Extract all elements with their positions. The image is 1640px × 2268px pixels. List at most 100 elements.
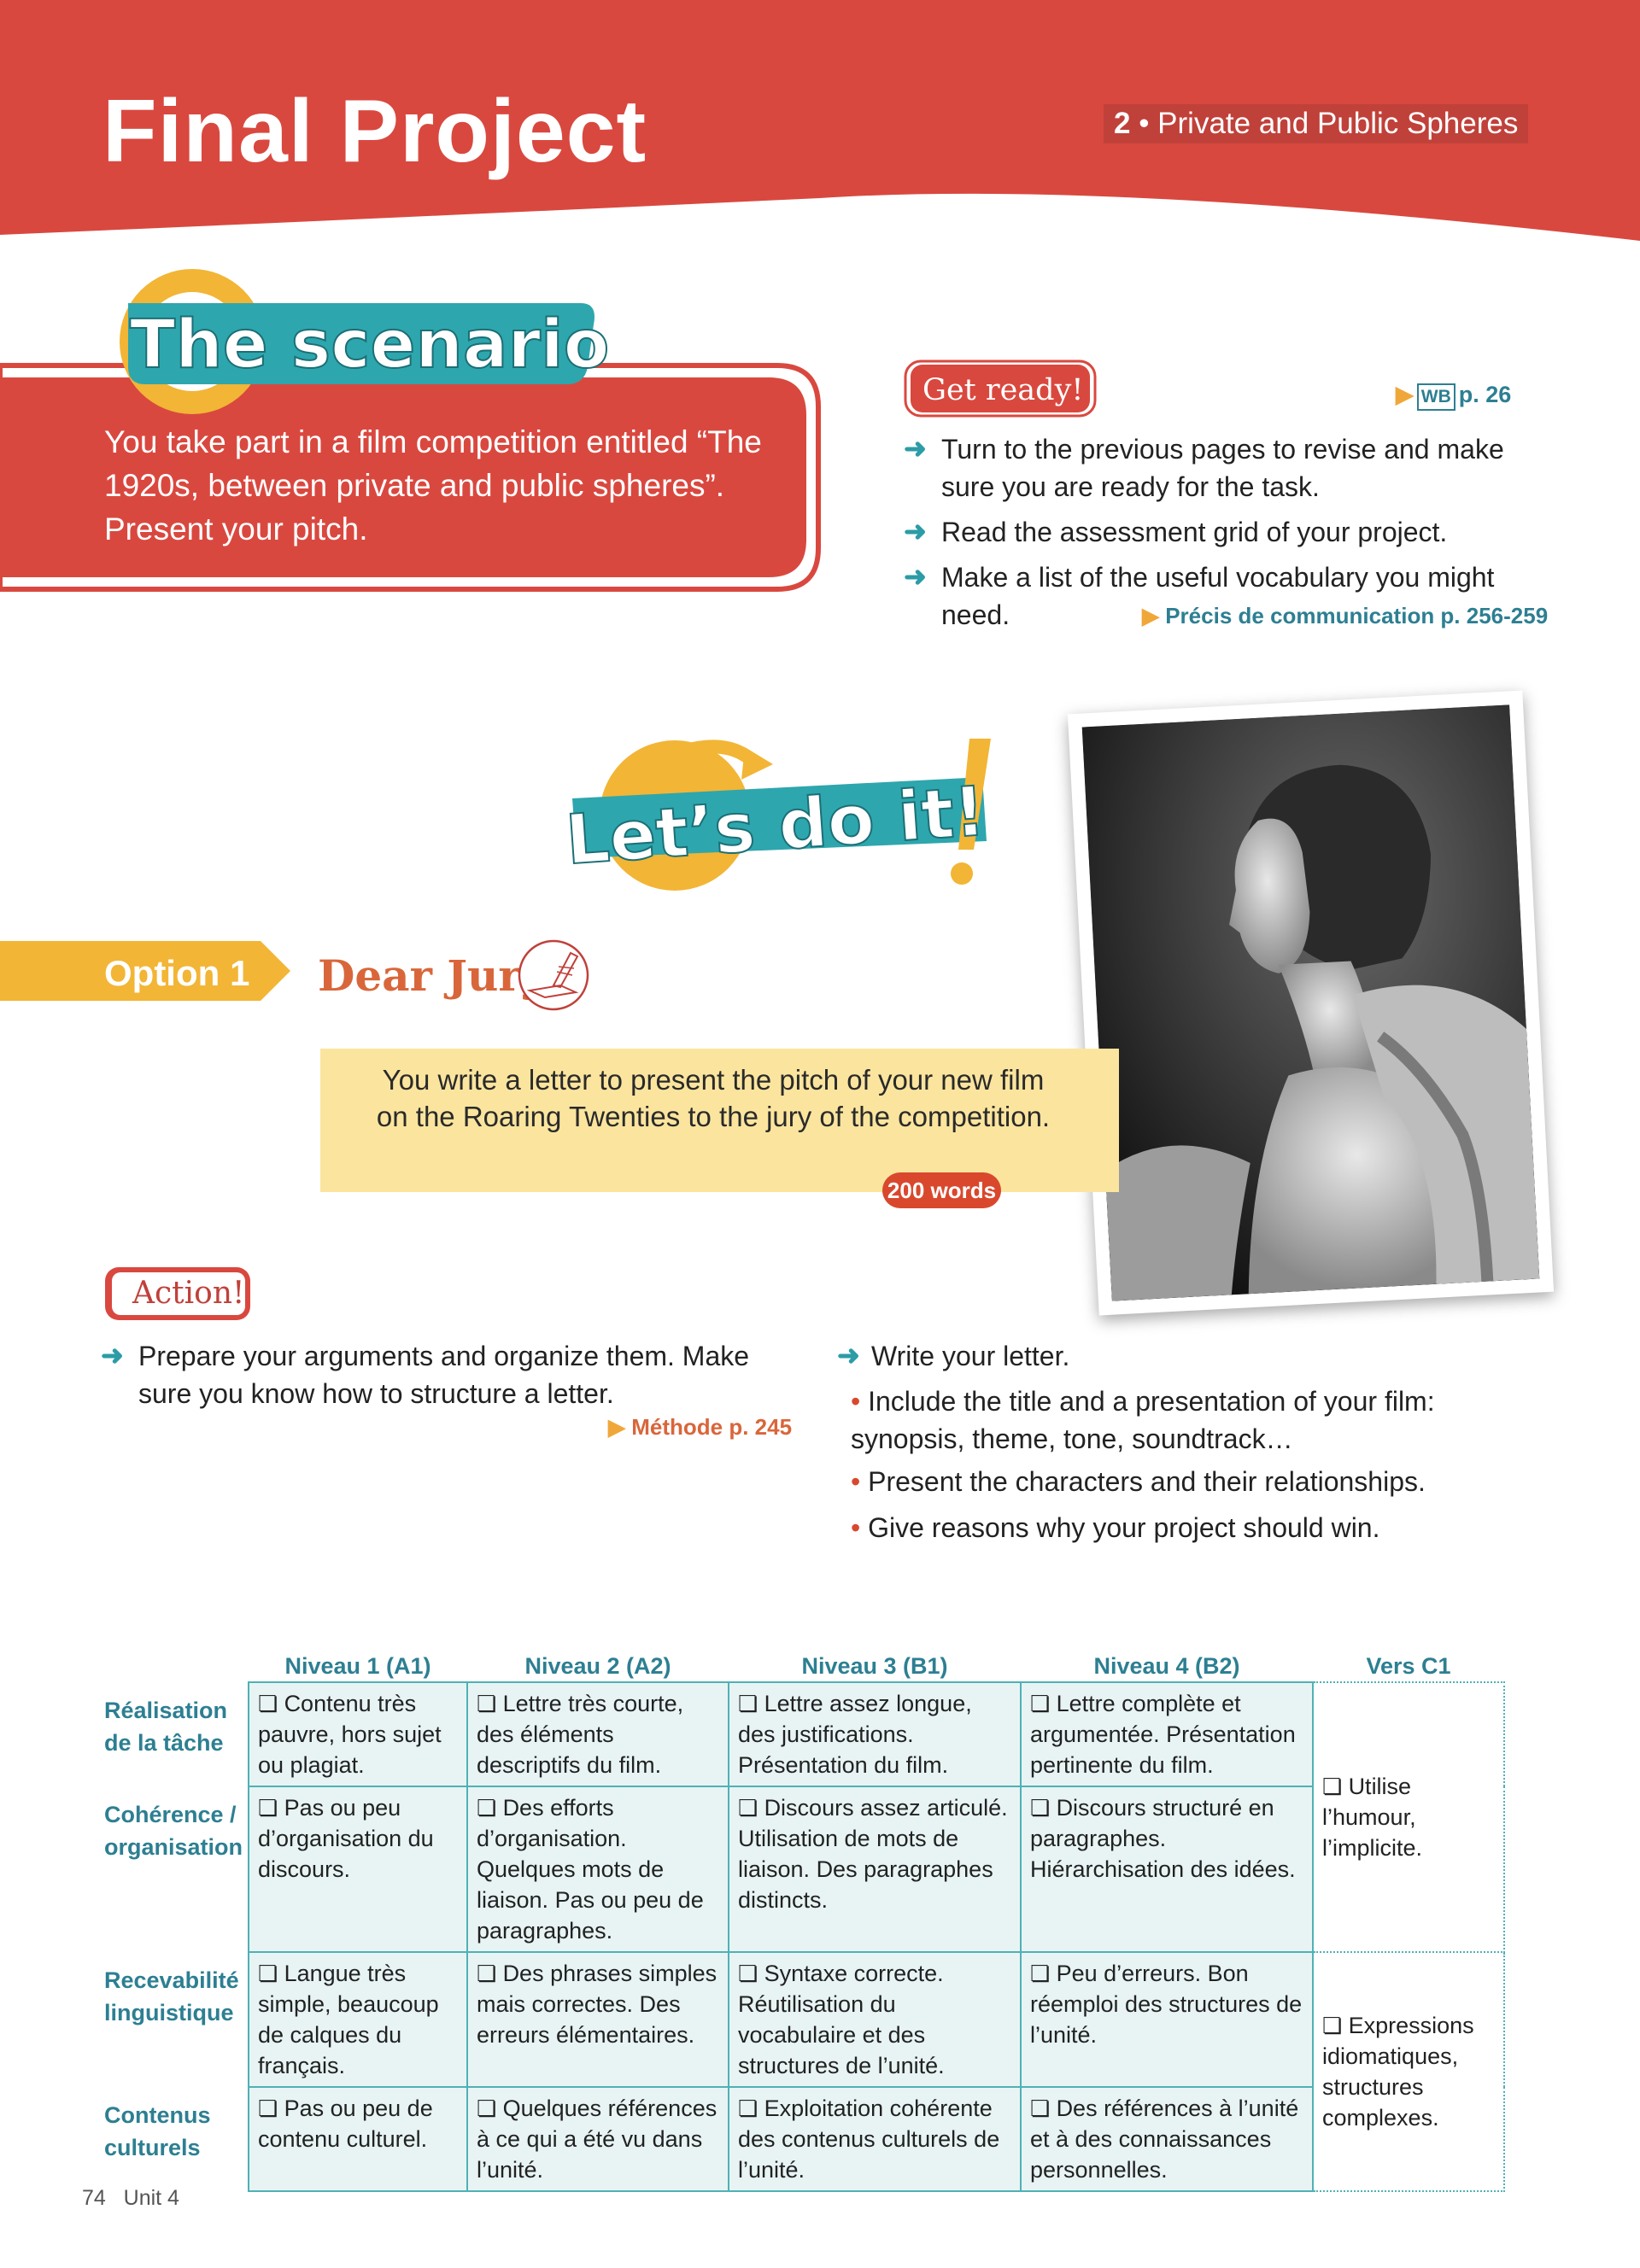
checkbox-icon: ❏	[738, 1691, 764, 1716]
grid-cell: ❏ Des références à l’unité et à des conn…	[1020, 2086, 1315, 2192]
grid-cell-text: Des phrases simples mais correctes. Des …	[477, 1961, 718, 2048]
methode-reference[interactable]: ▶ Méthode p. 245	[608, 1414, 792, 1441]
grid-cell-text: Syntaxe correcte. Réutilisation du vocab…	[738, 1961, 945, 2078]
play-triangle-icon: ▶	[1396, 382, 1414, 407]
portrait-illustration	[1081, 704, 1540, 1301]
task-text: You write a letter to present the pitch …	[376, 1064, 1051, 1132]
photo-frame	[1067, 690, 1555, 1316]
grid-col-header: Niveau 4 (B2)	[1093, 1653, 1240, 1679]
woman-1920s-photo	[1081, 704, 1540, 1301]
grid-cell-text: Quelques références à ce qui a été vu da…	[477, 2096, 718, 2183]
grid-cell-text: Discours assez articulé. Utilisation de …	[738, 1795, 1008, 1913]
workbook-page: p. 26	[1458, 382, 1512, 407]
checkbox-icon: ❏	[477, 2096, 503, 2121]
pen-writing-icon	[518, 939, 589, 1011]
grid-cell: ❏ Contenu très pauvre, hors sujet ou pla…	[248, 1681, 469, 1787]
grid-cell: ❏ Exploitation cohérente des contenus cu…	[728, 2086, 1022, 2192]
bullet-dot-icon: •	[851, 1512, 869, 1543]
checkbox-icon: ❏	[738, 2096, 764, 2121]
checkbox-icon: ❏	[1322, 2013, 1349, 2038]
methode-reference-text: Méthode p. 245	[631, 1414, 793, 1440]
precis-reference[interactable]: ▶ Précis de communication p. 256-259	[1142, 603, 1548, 629]
grid-cell: ❏ Lettre assez longue, des justification…	[728, 1681, 1022, 1787]
checkbox-icon: ❏	[258, 1961, 284, 1986]
checkbox-icon: ❏	[258, 1691, 284, 1716]
grid-cell: ❏ Des efforts d’organisation. Quelques m…	[466, 1786, 730, 1953]
scenario-text: You take part in a film competition enti…	[104, 424, 762, 547]
bullet-dot-icon: •	[851, 1466, 869, 1497]
grid-cell-text: Discours structuré en paragraphes. Hiéra…	[1030, 1795, 1296, 1882]
grid-cell-text: Lettre complète et argumentée. Présentat…	[1030, 1691, 1296, 1778]
grid-cell: ❏ Lettre très courte, des éléments descr…	[466, 1681, 730, 1787]
grid-col-header: Vers C1	[1366, 1653, 1451, 1679]
action-bullet-2: • Present the characters and their relat…	[851, 1463, 1483, 1500]
get-ready-step-2: Read the assessment grid of your project…	[941, 517, 1448, 547]
checkbox-icon: ❏	[1030, 1795, 1057, 1821]
grid-cell: ❏ Syntaxe correcte. Réutilisation du voc…	[728, 1951, 1022, 2088]
grid-cell-text: Pas ou peu de contenu culturel.	[258, 2096, 433, 2152]
grid-cell: ❏ Discours structuré en paragraphes. Hié…	[1020, 1786, 1315, 1953]
action-bullet-1-text: Include the title and a presentation of …	[851, 1386, 1435, 1454]
page-title: Final Project	[102, 82, 647, 181]
checkbox-icon: ❏	[738, 1961, 764, 1986]
arrow-right-icon: ➜	[904, 561, 927, 592]
arrow-right-icon: ➜	[904, 433, 927, 464]
action-right-step: Write your letter.	[871, 1341, 1070, 1371]
checkbox-icon: ❏	[258, 2096, 284, 2121]
play-triangle-icon: ▶	[608, 1414, 632, 1440]
grid-cell: ❏ Discours assez articulé. Utilisation d…	[728, 1786, 1022, 1953]
bullet-dot-icon: •	[851, 1386, 869, 1417]
get-ready-step-1: Turn to the previous pages to revise and…	[941, 434, 1504, 502]
grid-cell: ❏ Des phrases simples mais correctes. De…	[466, 1951, 730, 2088]
checkbox-icon: ❏	[1322, 1774, 1349, 1799]
action-bullet-3-text: Give reasons why your project should win…	[868, 1512, 1380, 1543]
grid-c1-cell: ❏ Utilise l’humour, l’implicite.	[1312, 1681, 1506, 1953]
word-count-badge: 200 words	[882, 1172, 1001, 1208]
grid-cell: ❏ Quelques références à ce qui a été vu …	[466, 2086, 730, 2192]
grid-cell-text: Langue très simple, beaucoup de calques …	[258, 1961, 439, 2078]
grid-cell: ❏ Pas ou peu de contenu culturel.	[248, 2086, 469, 2192]
grid-cell: ❏ Peu d’erreurs. Bon réemploi des struct…	[1020, 1951, 1315, 2088]
workbook-icon: WB	[1416, 383, 1456, 411]
arrow-right-icon: ➜	[837, 1340, 860, 1371]
checkbox-icon: ❏	[1030, 1691, 1057, 1716]
unit-name: Private and Public Spheres	[1157, 107, 1519, 140]
grid-cell-text: Exploitation cohérente des contenus cult…	[738, 2096, 1000, 2183]
grid-row-header: Cohérence / organisation	[104, 1802, 243, 1860]
grid-col-header: Niveau 3 (B1)	[801, 1653, 948, 1679]
checkbox-icon: ❏	[477, 1691, 503, 1716]
unit-tag: 2 • Private and Public Spheres	[1104, 104, 1529, 143]
grid-cell-text: Contenu très pauvre, hors sujet ou plagi…	[258, 1691, 442, 1778]
grid-cell: ❏ Langue très simple, beaucoup de calque…	[248, 1951, 469, 2088]
footer-unit: Unit 4	[123, 2186, 179, 2210]
grid-cell-text: Peu d’erreurs. Bon réemploi des structur…	[1030, 1961, 1303, 2048]
action-bullet-1: • Include the title and a presentation o…	[851, 1382, 1483, 1458]
grid-row-header: Contenus culturels	[104, 2102, 211, 2160]
grid-col-header: Niveau 1 (A1)	[284, 1653, 431, 1679]
workbook-reference[interactable]: ▶ WB p. 26	[1396, 382, 1511, 411]
grid-cell-text: Lettre très courte, des éléments descrip…	[477, 1691, 684, 1778]
grid-cell-text: Des efforts d’organisation. Quelques mot…	[477, 1795, 704, 1944]
grid-cell-text: Des références à l’unité et à des connai…	[1030, 2096, 1299, 2183]
grid-cell: ❏ Lettre complète et argumentée. Présent…	[1020, 1681, 1315, 1787]
play-triangle-icon: ▶	[1142, 603, 1166, 628]
action-bullet-2-text: Present the characters and their relatio…	[868, 1466, 1426, 1497]
action-label: Action!	[132, 1276, 245, 1311]
page-number: 74	[82, 2186, 106, 2210]
option-title: Dear Jury	[318, 950, 546, 1001]
grid-cell-text: Pas ou peu d’organisation du discours.	[258, 1795, 434, 1882]
grid-corner	[101, 1644, 249, 1682]
grid-row-header: Recevabilité linguistique	[104, 1967, 239, 2025]
assessment-grid: Niveau 1 (A1) Niveau 2 (A2) Niveau 3 (B1…	[101, 1644, 1506, 2192]
action-bullet-3: • Give reasons why your project should w…	[851, 1509, 1483, 1546]
grid-cell-text: Lettre assez longue, des justifications.…	[738, 1691, 972, 1778]
grid-c1-cell: ❏ Expressions idiomatiques, structures c…	[1312, 1951, 1506, 2192]
grid-col-header: Niveau 2 (A2)	[524, 1653, 671, 1679]
arrow-right-icon: ➜	[904, 516, 927, 547]
grid-row-header: Réalisation de la tâche	[104, 1698, 228, 1756]
scenario-heading: The scenario	[130, 307, 609, 383]
checkbox-icon: ❏	[477, 1961, 503, 1986]
checkbox-icon: ❏	[1030, 1961, 1057, 1986]
checkbox-icon: ❏	[738, 1795, 764, 1821]
checkbox-icon: ❏	[477, 1795, 503, 1821]
